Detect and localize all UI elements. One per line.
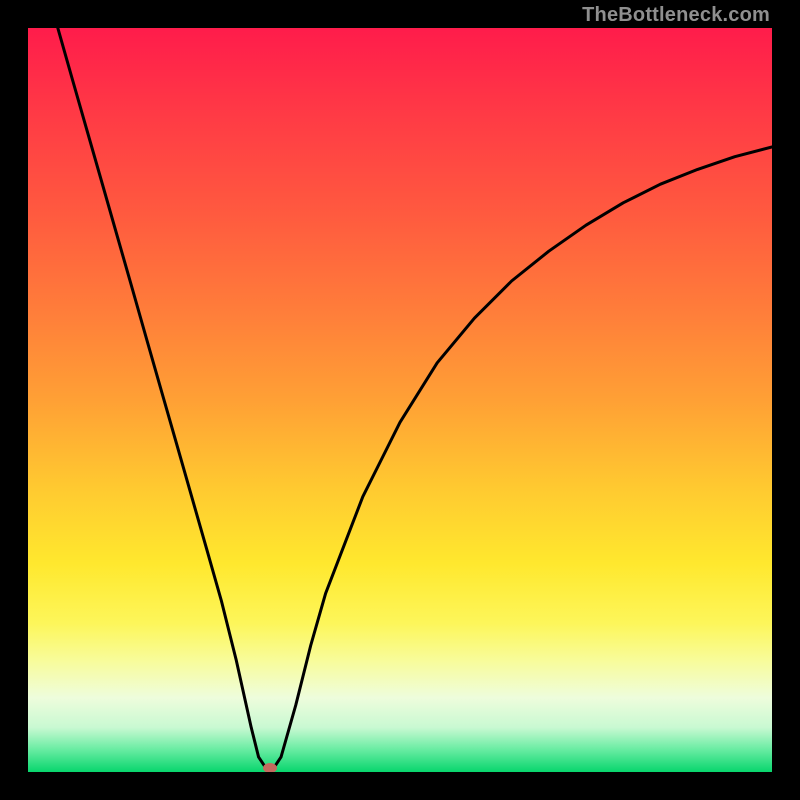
bottleneck-curve bbox=[28, 28, 772, 772]
optimal-marker bbox=[263, 763, 277, 772]
plot-area bbox=[28, 28, 772, 772]
chart-frame: TheBottleneck.com bbox=[0, 0, 800, 800]
watermark-text: TheBottleneck.com bbox=[582, 4, 770, 27]
